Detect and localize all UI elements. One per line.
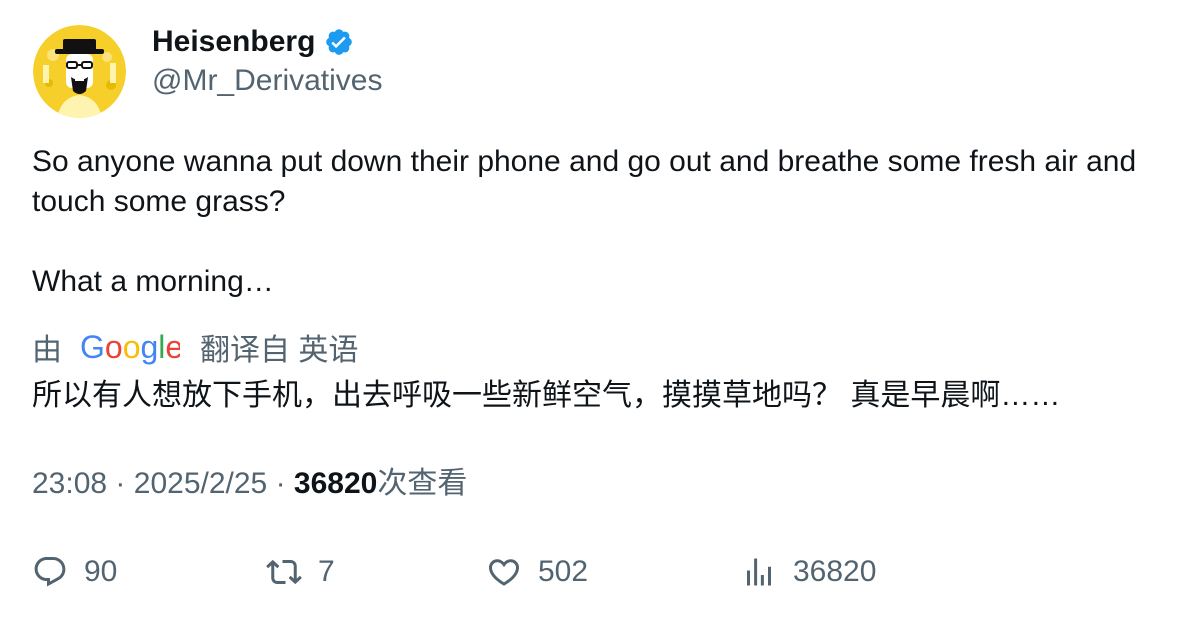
reply-button[interactable]: 90: [32, 551, 117, 593]
google-logo-icon: Google: [80, 327, 183, 367]
author-handle[interactable]: @Mr_Derivatives: [152, 62, 383, 100]
heart-icon: [488, 559, 520, 586]
author-name-row: Heisenberg: [152, 22, 354, 62]
translation-suffix: 翻译自 英语: [200, 334, 359, 367]
view-count-label: 次查看: [377, 467, 468, 500]
like-count: 502: [538, 555, 589, 588]
meta-separator: ·: [275, 467, 286, 500]
tweet-text-line1: So anyone wanna put down their phone and…: [32, 145, 1137, 218]
retweet-button[interactable]: 7: [266, 551, 335, 593]
bar-chart-icon: [747, 558, 771, 586]
views-count: 36820: [793, 555, 877, 588]
translation-attribution: 由 Google 翻译自 英语: [32, 327, 358, 367]
retweet-icon: [266, 559, 302, 585]
like-button[interactable]: 502: [486, 551, 588, 593]
meta-separator: ·: [115, 467, 126, 500]
tweet-date[interactable]: 2025/2/25: [134, 467, 267, 500]
retweet-count: 7: [318, 555, 335, 588]
author-name[interactable]: Heisenberg: [152, 22, 315, 62]
avatar[interactable]: [33, 25, 126, 118]
heisenberg-avatar-icon: [33, 25, 126, 118]
tweet-time[interactable]: 23:08: [32, 467, 107, 500]
translated-text: 所以有人想放下手机，出去呼吸一些新鲜空气，摸摸草地吗？ 真是早晨啊……: [32, 379, 1061, 412]
tweet-text-line2: What a morning…: [32, 265, 274, 298]
reply-icon: [34, 557, 66, 587]
translation-prefix: 由: [32, 334, 62, 367]
google-logo-svg: Google: [80, 329, 183, 365]
reply-count: 90: [84, 555, 118, 588]
view-count: 36820: [293, 467, 378, 500]
tweet-meta: 23:08 · 2025/2/25 · 36820次查看: [32, 464, 467, 504]
verified-badge-icon: [324, 27, 354, 57]
views-button[interactable]: 36820: [741, 551, 876, 593]
svg-text:Google: Google: [80, 329, 180, 365]
